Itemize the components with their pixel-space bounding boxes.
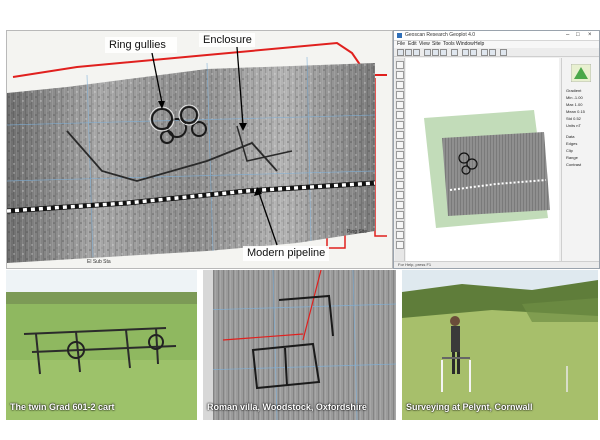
panel-max-value: Max 1.00 [566, 102, 583, 107]
photo-roman-villa: Roman villa, Woodstock, Oxfordshire [203, 270, 396, 420]
green-triangle-icon[interactable] [571, 64, 591, 82]
panel-data-option[interactable]: Data [566, 134, 574, 139]
help-icon[interactable] [500, 49, 507, 56]
survey-map-panel: Ring gullies Enclosure Modern pipeline P… [6, 30, 393, 269]
panel-clip-option[interactable]: Clip [566, 148, 573, 153]
rotate-tool-icon[interactable] [396, 191, 404, 199]
panel-contrast-option[interactable]: Contrast [566, 162, 581, 167]
menu-edit[interactable]: Edit [408, 41, 417, 47]
minimize-button[interactable]: – [566, 32, 569, 38]
enclosure-label: Enclosure [203, 34, 252, 46]
interpolate-tool-icon[interactable] [396, 101, 404, 109]
multiply-tool-icon[interactable] [396, 141, 404, 149]
toolbar [394, 48, 599, 57]
panel-mean-value: Mean 0.15 [566, 109, 585, 114]
menu-bar: File Edit View Site Tools Window Help [394, 41, 599, 48]
menu-site[interactable]: Site [432, 41, 441, 47]
palette-tool-icon[interactable] [489, 49, 496, 56]
menu-window[interactable]: Window [456, 41, 474, 47]
panel-gradient-label: Gradient [566, 88, 582, 93]
pelynt-survey-photo-graphic [402, 270, 598, 420]
panel-edges-option[interactable]: Edges [566, 141, 577, 146]
el-sub-sta-label: El Sub Sta [87, 259, 111, 265]
cut-icon[interactable] [424, 49, 431, 56]
low-pass-tool-icon[interactable] [396, 111, 404, 119]
process-tool-palette [395, 58, 405, 261]
app-icon [397, 33, 402, 38]
photo-caption-pelynt-survey: Surveying at Pelynt, Cornwall [406, 402, 533, 412]
grad-cart-photo-graphic [6, 270, 197, 420]
data-view-canvas[interactable] [406, 58, 559, 261]
paste-icon[interactable] [440, 49, 447, 56]
geophysics-plot [424, 110, 550, 228]
window-title: Geoscan Research Geoplot 4.0 [405, 32, 476, 38]
right-properties-panel: Gradient Min -1.00 Max 1.00 Mean 0.15 St… [561, 58, 599, 261]
photo-grad-cart: The twin Grad 601-2 cart [6, 270, 197, 420]
close-button[interactable]: × [588, 32, 592, 38]
maximize-button[interactable]: □ [576, 32, 580, 38]
status-text: For Help, press F1 [398, 262, 432, 267]
cut-combine-tool-icon[interactable] [396, 241, 404, 249]
edge-match-tool-icon[interactable] [396, 161, 404, 169]
save-icon[interactable] [413, 49, 420, 56]
modern-pipeline-label: Modern pipeline [247, 247, 326, 259]
search-tool-icon[interactable] [396, 171, 404, 179]
zoom-out-icon[interactable] [470, 49, 477, 56]
clip-tool-icon[interactable] [396, 61, 404, 69]
despike-tool-icon[interactable] [396, 71, 404, 79]
status-bar: For Help, press F1 [394, 261, 599, 268]
menu-file[interactable]: File [397, 41, 405, 47]
compress-tool-icon[interactable] [396, 181, 404, 189]
survey-map-graphic [7, 31, 392, 268]
photo-caption-roman-villa: Roman villa, Woodstock, Oxfordshire [207, 402, 367, 412]
print-icon[interactable] [451, 49, 458, 56]
destripe-tool-icon[interactable] [396, 81, 404, 89]
add-tool-icon[interactable] [396, 151, 404, 159]
transpose-tool-icon[interactable] [396, 201, 404, 209]
new-file-icon[interactable] [397, 49, 404, 56]
histogram-tool-icon[interactable] [396, 221, 404, 229]
menu-help[interactable]: Help [474, 41, 484, 47]
deslope-tool-icon[interactable] [396, 231, 404, 239]
high-pass-tool-icon[interactable] [396, 121, 404, 129]
roman-villa-photo-graphic [203, 270, 396, 420]
window-titlebar[interactable]: Geoscan Research Geoplot 4.0 – □ × [394, 31, 599, 41]
ring-gullies-label: Ring gullies [109, 39, 166, 51]
statistics-tool-icon[interactable] [396, 211, 404, 219]
grid-icon[interactable] [481, 49, 488, 56]
ping-site-label: Ping Site [347, 229, 368, 235]
panel-std-value: Std 0.52 [566, 116, 581, 121]
panel-units-value: Units nT [566, 123, 581, 128]
periodic-filter-tool-icon[interactable] [396, 131, 404, 139]
panel-min-value: Min -1.00 [566, 95, 583, 100]
photo-pelynt-survey: Surveying at Pelynt, Cornwall [402, 270, 598, 420]
zoom-in-icon[interactable] [462, 49, 469, 56]
menu-view[interactable]: View [419, 41, 430, 47]
destagger-tool-icon[interactable] [396, 91, 404, 99]
panel-range-option[interactable]: Range [566, 155, 578, 160]
open-folder-icon[interactable] [405, 49, 412, 56]
photo-caption-grad-cart: The twin Grad 601-2 cart [10, 402, 115, 412]
menu-tools[interactable]: Tools [443, 41, 455, 47]
copy-icon[interactable] [432, 49, 439, 56]
geoplot-software-window: Geoscan Research Geoplot 4.0 – □ × File … [393, 30, 600, 269]
